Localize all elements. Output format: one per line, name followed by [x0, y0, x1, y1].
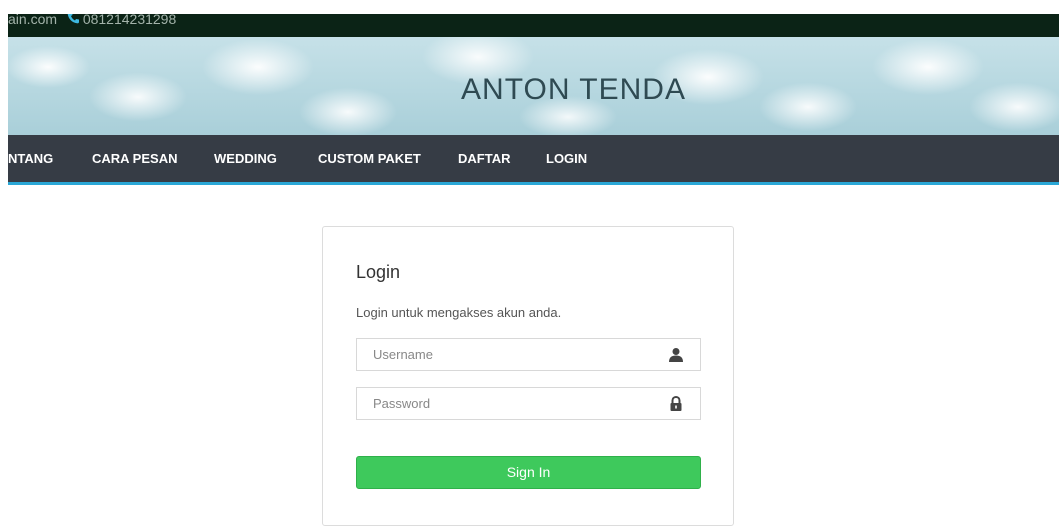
- phone-icon: [67, 14, 79, 27]
- lock-icon: [668, 395, 684, 412]
- username-field-wrapper: [356, 338, 701, 371]
- username-input[interactable]: [357, 339, 673, 370]
- nav-item-cara-pesan[interactable]: CARA PESAN: [92, 151, 177, 166]
- password-input[interactable]: [357, 388, 673, 419]
- main-navbar: NTANG CARA PESAN WEDDING CUSTOM PAKET DA…: [8, 135, 1059, 185]
- top-bar: ain.com 081214231298: [8, 14, 1059, 37]
- nav-item-custom-paket[interactable]: CUSTOM PAKET: [318, 151, 421, 166]
- top-bar-contact: ain.com 081214231298: [8, 14, 176, 27]
- login-subtitle: Login untuk mengakses akun anda.: [356, 305, 562, 320]
- password-field-wrapper: [356, 387, 701, 420]
- login-card: Login Login untuk mengakses akun anda. S…: [322, 226, 734, 526]
- user-icon: [668, 347, 684, 363]
- email-text[interactable]: ain.com: [8, 14, 57, 27]
- header-banner: ANTON TENDA: [8, 37, 1059, 135]
- nav-item-daftar[interactable]: DAFTAR: [458, 151, 510, 166]
- login-title: Login: [356, 262, 401, 282]
- site-title[interactable]: ANTON TENDA: [8, 73, 1059, 107]
- nav-item-wedding[interactable]: WEDDING: [214, 151, 277, 166]
- nav-item-tentang[interactable]: NTANG: [8, 151, 53, 166]
- phone-number: 081214231298: [82, 14, 177, 27]
- nav-item-login[interactable]: LOGIN: [546, 151, 587, 166]
- sign-in-button[interactable]: Sign In: [356, 456, 701, 489]
